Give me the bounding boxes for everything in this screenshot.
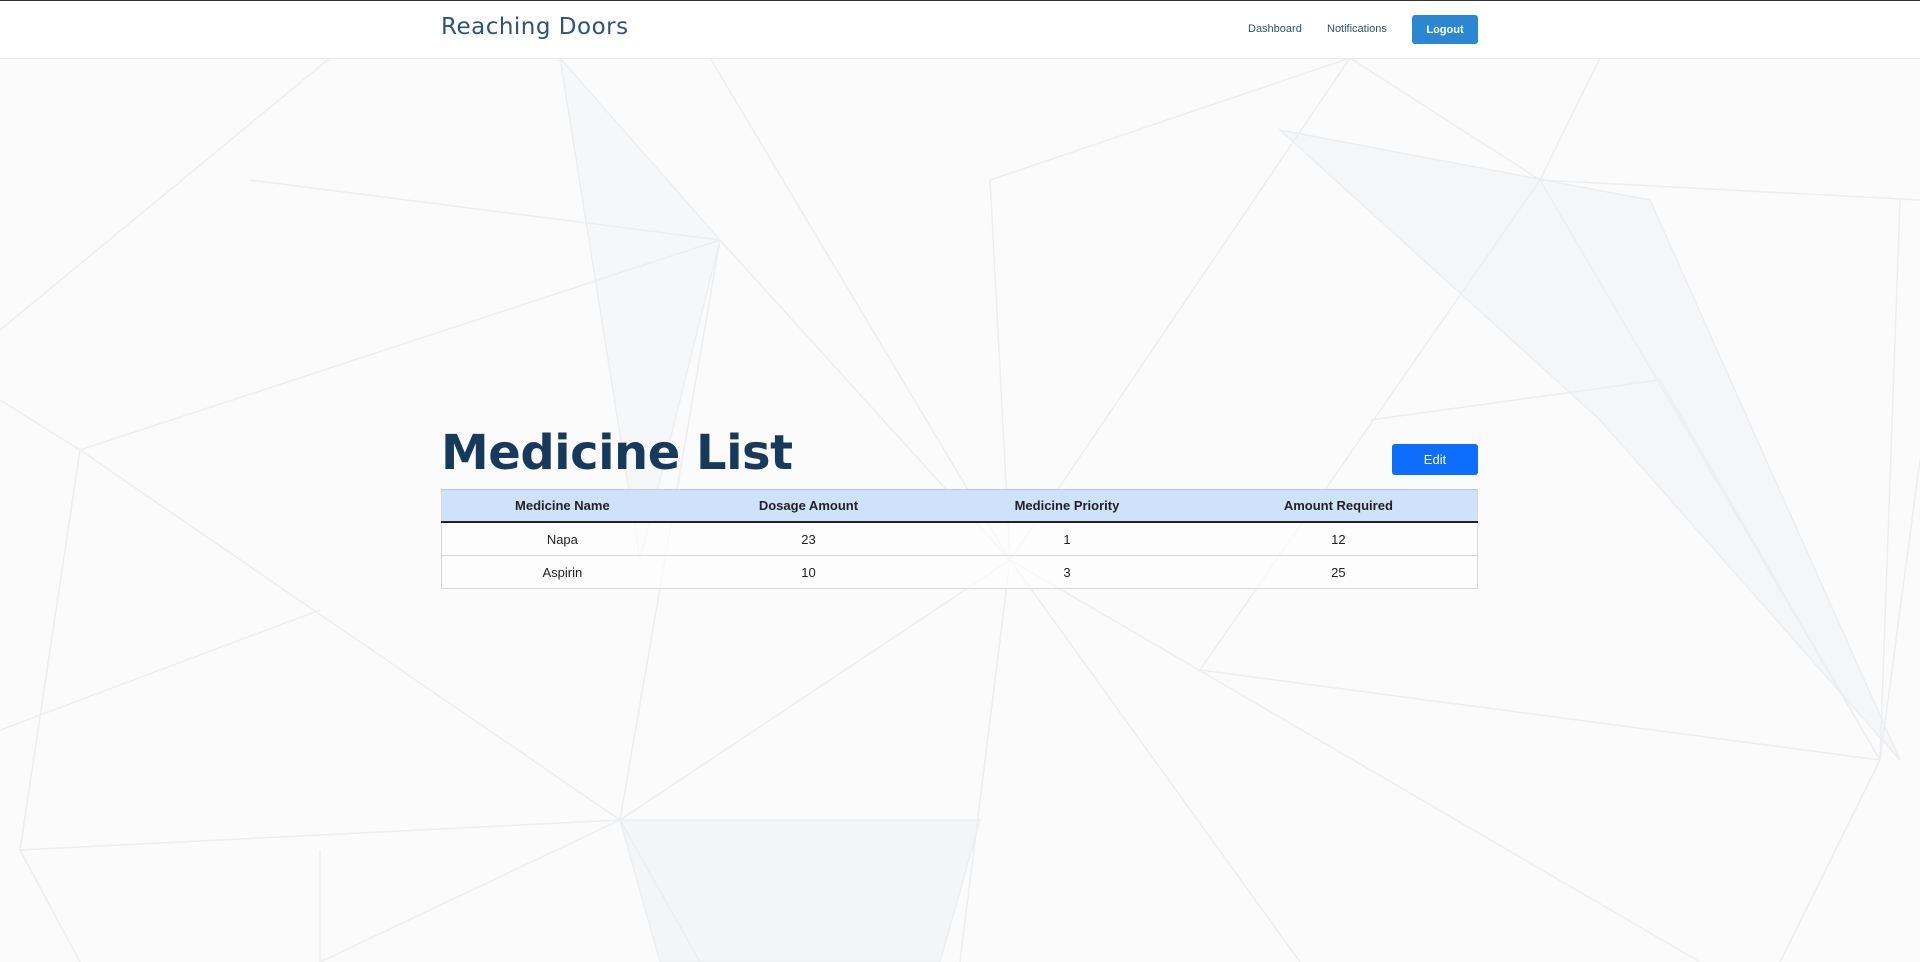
column-header-medicine-priority: Medicine Priority <box>934 489 1200 523</box>
cell-amount-required: 25 <box>1199 555 1478 589</box>
nav-link-dashboard[interactable]: Dashboard <box>1248 23 1302 35</box>
navbar: Reaching Doors Dashboard Notifications L… <box>0 1 1920 59</box>
brand-logo[interactable]: Reaching Doors <box>441 14 629 40</box>
edit-button[interactable]: Edit <box>1392 444 1478 475</box>
cell-medicine-name: Aspirin <box>440 555 683 589</box>
main-content: Medicine List Edit Medicine Name Dosage … <box>440 420 1478 589</box>
column-header-medicine-name: Medicine Name <box>440 489 683 523</box>
nav-link-notifications[interactable]: Notifications <box>1327 23 1387 35</box>
cell-medicine-priority: 3 <box>934 555 1200 589</box>
column-header-amount-required: Amount Required <box>1199 489 1478 523</box>
cell-medicine-priority: 1 <box>934 522 1200 556</box>
top-border <box>0 0 1920 1</box>
column-header-dosage-amount: Dosage Amount <box>682 489 935 523</box>
cell-amount-required: 12 <box>1199 522 1478 556</box>
page: Reaching Doors Dashboard Notifications L… <box>0 0 1920 962</box>
cell-dosage-amount: 10 <box>682 555 935 589</box>
cell-dosage-amount: 23 <box>682 522 935 556</box>
cell-medicine-name: Napa <box>440 522 683 556</box>
medicine-table: Medicine Name Dosage Amount Medicine Pri… <box>440 489 1478 589</box>
logout-button[interactable]: Logout <box>1412 15 1478 44</box>
table-row: Aspirin 10 3 25 <box>440 555 1478 589</box>
table-header-row: Medicine Name Dosage Amount Medicine Pri… <box>440 489 1478 523</box>
page-title: Medicine List <box>441 425 793 481</box>
table-row: Napa 23 1 12 <box>440 522 1478 556</box>
